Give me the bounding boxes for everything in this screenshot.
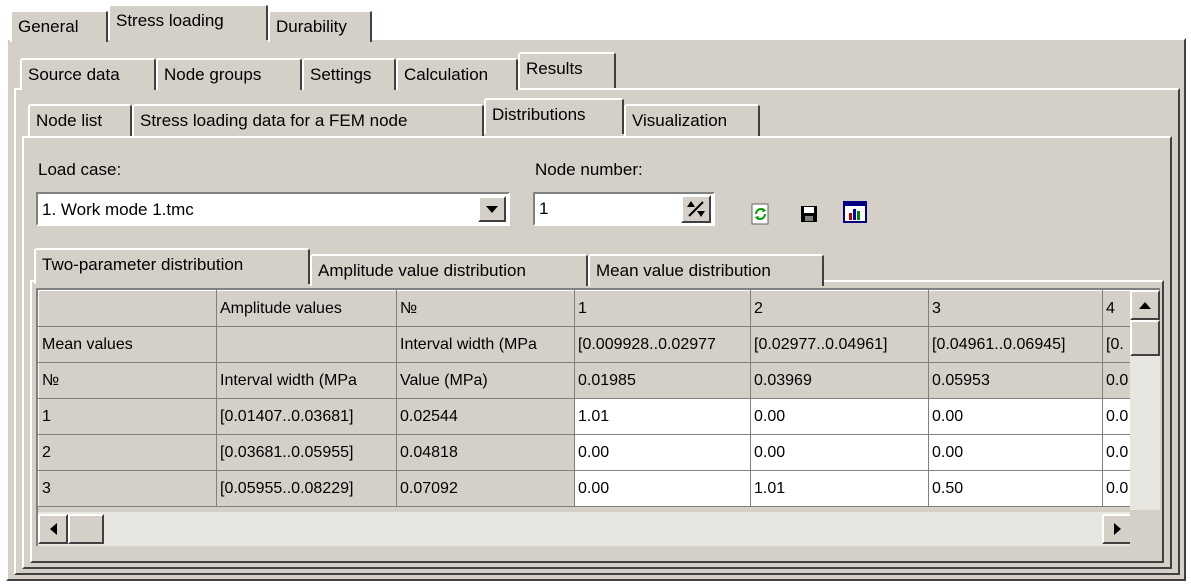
grid-fixed-cell: [0.05955..0.08229]: [216, 470, 397, 507]
grid-data-row: 1 [0.01407..0.03681] 0.02544 1.01 0.00 0.00 0.…: [38, 398, 1139, 435]
grid-fixed-cell: 0.03969: [750, 362, 929, 399]
tab-settings[interactable]: Settings: [302, 58, 396, 90]
arrow-left-icon: [49, 523, 57, 535]
tab-mean-distribution[interactable]: Mean value distribution: [588, 254, 824, 286]
tab-node-groups[interactable]: Node groups: [156, 58, 302, 90]
grid-fixed-cell: 0.02544: [396, 398, 575, 435]
grid-fixed-cell: [0.04961..0.06945]: [928, 326, 1103, 363]
refresh-icon[interactable]: [750, 203, 772, 225]
tab-stress-loading[interactable]: Stress loading: [108, 4, 268, 40]
grid-fixed-cell: №: [396, 290, 575, 327]
grid-fixed-cell: №: [38, 362, 217, 399]
node-number-value: 1: [539, 199, 549, 218]
grid-fixed-cell: Value (MPa): [396, 362, 575, 399]
tab-stress-loading-data[interactable]: Stress loading data for a FEM node: [132, 104, 484, 136]
tab-general[interactable]: General: [10, 10, 108, 42]
tab-source-data[interactable]: Source data: [20, 58, 156, 90]
arrow-right-icon: [1113, 523, 1121, 535]
grid-data-row: 2 [0.03681..0.05955] 0.04818 0.00 0.00 0.00 0.…: [38, 434, 1139, 471]
load-case-value: 1. Work mode 1.tmc: [42, 200, 194, 219]
grid-cell[interactable]: 0.00: [574, 470, 751, 507]
tab-calculation[interactable]: Calculation: [396, 58, 518, 90]
tab-durability[interactable]: Durability: [268, 10, 372, 42]
grid-cell[interactable]: 0.00: [574, 434, 751, 471]
tab-results[interactable]: Results: [518, 52, 616, 88]
grid-data-row: 3 [0.05955..0.08229] 0.07092 0.00 1.01 0.50 0.…: [38, 470, 1139, 507]
scroll-right-button[interactable]: [1102, 514, 1132, 544]
grid-cell[interactable]: 0.50: [928, 470, 1103, 507]
grid-cell[interactable]: 0.00: [928, 434, 1103, 471]
spinner-icon: [687, 201, 705, 217]
load-case-dropdown-button[interactable]: [478, 196, 506, 222]
grid-fixed-cell: Mean values: [38, 326, 217, 363]
grid-fixed-cell: [38, 290, 217, 327]
grid-header-row: Amplitude values № 1 2 3 4: [38, 290, 1139, 327]
scroll-left-button[interactable]: [38, 514, 68, 544]
grid-cell[interactable]: 0.00: [928, 398, 1103, 435]
tab-two-parameter[interactable]: Two-parameter distribution: [34, 248, 310, 284]
scroll-thumb-horizontal[interactable]: [68, 514, 104, 544]
grid-cell[interactable]: 0.00: [750, 398, 929, 435]
grid-fixed-cell: 0.05953: [928, 362, 1103, 399]
scroll-up-button[interactable]: [1130, 290, 1160, 320]
grid-header-row: Mean values Interval width (MPa [0.009928.…: [38, 326, 1139, 363]
grid-cell[interactable]: 1.01: [750, 470, 929, 507]
grid-fixed-cell: [0.03681..0.05955]: [216, 434, 397, 471]
node-number-spinner[interactable]: [681, 195, 711, 223]
grid-fixed-cell: 2: [750, 290, 929, 327]
grid-fixed-cell: 2: [38, 434, 217, 471]
arrow-up-icon: [1139, 301, 1151, 309]
save-icon[interactable]: [800, 205, 818, 223]
distribution-table: Amplitude values № 1 2 3 4 Mean values Interval…: [38, 290, 1139, 507]
grid-cell[interactable]: 1.01: [574, 398, 751, 435]
chevron-down-icon: [486, 205, 498, 213]
load-case-label: Load case:: [38, 160, 122, 179]
scroll-thumb-vertical[interactable]: [1130, 320, 1160, 356]
tab-amplitude-distribution[interactable]: Amplitude value distribution: [310, 254, 588, 286]
grid-fixed-cell: 1: [574, 290, 751, 327]
grid-fixed-cell: [0.02977..0.04961]: [750, 326, 929, 363]
grid-fixed-cell: [216, 326, 397, 363]
grid-fixed-cell: 0.04818: [396, 434, 575, 471]
tab-node-list[interactable]: Node list: [28, 104, 132, 136]
scrollbar-corner: [1130, 512, 1160, 546]
tab-visualization[interactable]: Visualization: [624, 104, 760, 136]
grid-fixed-cell: 1: [38, 398, 217, 435]
grid-cell[interactable]: 0.00: [750, 434, 929, 471]
grid-fixed-cell: [0.01407..0.03681]: [216, 398, 397, 435]
grid-fixed-cell: Interval width (MPa: [396, 326, 575, 363]
grid-fixed-cell: 0.07092: [396, 470, 575, 507]
distribution-grid[interactable]: Amplitude values № 1 2 3 4 Mean values Interval…: [36, 288, 1160, 546]
tab-distributions[interactable]: Distributions: [484, 98, 624, 134]
vertical-scrollbar[interactable]: [1130, 290, 1160, 510]
grid-fixed-cell: 3: [38, 470, 217, 507]
grid-header-row: № Interval width (MPa Value (MPa) 0.01985 0.…: [38, 362, 1139, 399]
grid-fixed-cell: [0.009928..0.02977: [574, 326, 751, 363]
node-number-input[interactable]: 1: [533, 192, 715, 226]
node-number-label: Node number:: [535, 160, 643, 179]
grid-fixed-cell: 3: [928, 290, 1103, 327]
chart-icon[interactable]: [843, 201, 867, 223]
grid-fixed-cell: 0.01985: [574, 362, 751, 399]
grid-fixed-cell: Amplitude values: [216, 290, 397, 327]
load-case-select[interactable]: 1. Work mode 1.tmc: [36, 192, 510, 226]
grid-fixed-cell: Interval width (MPa: [216, 362, 397, 399]
horizontal-scrollbar[interactable]: [38, 512, 1132, 546]
